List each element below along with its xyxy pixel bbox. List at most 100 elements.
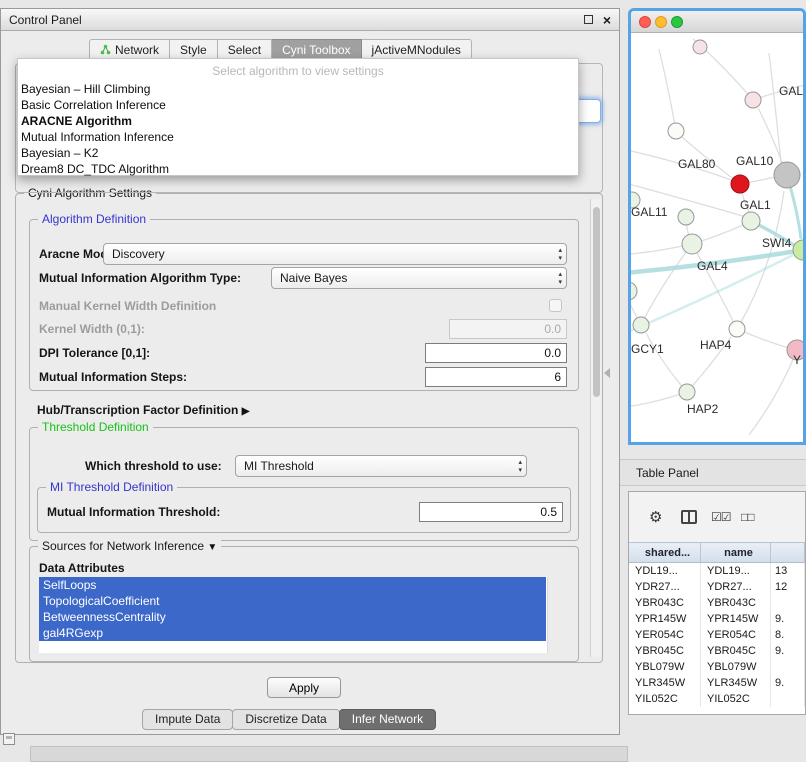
algorithm-option-selected[interactable]: ARACNE Algorithm [18,113,578,129]
zoom-traffic-light[interactable] [671,16,683,28]
attributes-scrollbar[interactable] [547,577,557,653]
table-row[interactable]: YPR145WYPR145W9. [629,611,805,627]
node-gal10[interactable] [731,175,749,193]
tab-network[interactable]: Network [89,39,170,60]
table-row[interactable]: YDL19...YDL19...13 [629,563,805,579]
cell: YPR145W [701,611,771,627]
sources-legend[interactable]: Sources for Network Inference ▼ [38,539,221,553]
data-attributes-list: SelfLoops TopologicalCoefficient Between… [39,577,557,653]
table-row[interactable]: YBL079WYBL079W [629,659,805,675]
tab-label: Select [228,43,261,57]
column-header-name[interactable]: name [701,543,771,562]
node-hub-gray[interactable] [774,162,800,188]
node-gal80[interactable] [668,123,684,139]
node-hap2[interactable] [679,384,695,400]
table-row[interactable]: YIL052CYIL052C [629,691,805,707]
attribute-item-selected[interactable]: gal4RGexp [39,625,546,641]
cell: YBL079W [701,659,771,675]
hub-definition-expander[interactable]: Hub/Transcription Factor Definition ▶ [37,399,249,421]
network-icon [100,44,111,55]
apply-button[interactable]: Apply [267,677,341,698]
network-canvas[interactable]: GAL80 GAL10 GAL11 GAL1 SWI4 GAL4 GCY1 HA… [631,33,803,442]
hub-definition-label: Hub/Transcription Factor Definition [37,403,238,417]
control-panel-titlebar: Control Panel × [1,9,619,31]
close-icon[interactable]: × [603,15,611,25]
algorithm-option[interactable]: Bayesian – K2 [18,145,578,161]
tab-discretize-data[interactable]: Discretize Data [232,709,339,730]
threshold-definition-legend: Threshold Definition [38,420,153,434]
table-row[interactable]: YDR27...YDR27...12 [629,579,805,595]
cell: YBR043C [629,595,701,611]
cell: YBR045C [629,643,701,659]
cell: YBR045C [701,643,771,659]
dpi-tolerance-field[interactable] [425,343,567,363]
tab-style[interactable]: Style [170,39,218,60]
network-view-window: GAL80 GAL10 GAL11 GAL1 SWI4 GAL4 GCY1 HA… [628,8,806,445]
attribute-item-selected[interactable]: BetweennessCentrality [39,609,546,625]
table-row[interactable]: YBR043CYBR043C [629,595,805,611]
cell: 9. [771,643,805,659]
deselect-all-checkboxes-icon[interactable]: □□ [741,510,754,524]
cell: YLR345W [629,675,701,691]
which-threshold-label: Which threshold to use: [85,455,222,477]
node-gal4[interactable] [682,234,702,254]
which-threshold-value: MI Threshold [244,459,314,473]
table-row[interactable]: YLR345WYLR345W9. [629,675,805,691]
columns-icon[interactable] [681,510,697,524]
settings-scrollbar-thumb[interactable] [593,207,600,397]
close-traffic-light[interactable] [639,16,651,28]
mi-threshold-label: Mutual Information Threshold: [47,501,220,523]
minimize-traffic-light[interactable] [655,16,667,28]
cell: YER054C [629,627,701,643]
combo-arrows-icon: ▴▾ [558,271,562,287]
bottom-bar [30,746,628,762]
node-hap4[interactable] [729,321,745,337]
cell: YIL052C [701,691,771,707]
attribute-item-selected[interactable]: SelfLoops [39,577,546,593]
node-gal1[interactable] [742,212,760,230]
gear-icon[interactable]: ⚙ [649,508,662,526]
which-threshold-combo[interactable]: MI Threshold ▴▾ [235,455,527,477]
node-gal7[interactable] [745,92,761,108]
table-row[interactable]: YER054CYER054C8. [629,627,805,643]
attribute-item-selected[interactable]: TopologicalCoefficient [39,593,546,609]
kernel-width-label: Kernel Width (0,1): [39,318,145,340]
node-label: HAP2 [687,402,719,416]
mi-steps-label: Mutual Information Steps: [39,366,187,388]
float-window-icon[interactable] [584,15,593,24]
node-label: GAL1 [740,198,771,212]
tab-cyni-toolbox[interactable]: Cyni Toolbox [272,39,361,60]
tab-jactivemnodules[interactable]: jActiveMNodules [362,39,472,60]
splitter-collapse-handle[interactable] [604,368,610,378]
node-gcy1[interactable] [633,317,649,333]
tab-select[interactable]: Select [218,39,272,60]
mi-type-combo[interactable]: Naive Bayes ▴▾ [271,267,567,289]
table-row[interactable]: YBR045CYBR045C9. [629,643,805,659]
node[interactable] [693,40,707,54]
node[interactable] [631,282,637,300]
mi-steps-field[interactable] [425,367,567,387]
tab-label: Style [180,43,207,57]
select-all-checkboxes-icon[interactable]: ☑☑ [711,510,731,524]
aracne-mode-combo[interactable]: Discovery ▴▾ [103,243,567,265]
aracne-mode-value: Discovery [112,247,165,261]
node-swi4[interactable] [793,240,803,260]
panel-dock-icon[interactable] [3,733,15,745]
mi-type-label: Mutual Information Algorithm Type: [39,267,241,289]
algorithm-option[interactable]: Dream8 DC_TDC Algorithm [18,161,578,177]
tab-infer-network[interactable]: Infer Network [339,709,436,730]
algorithm-option[interactable]: Mutual Information Inference [18,129,578,145]
algorithm-option[interactable]: Basic Correlation Inference [18,97,578,113]
cell: YPR145W [629,611,701,627]
node[interactable] [678,209,694,225]
settings-scrollbar[interactable] [590,199,601,657]
column-header-extra[interactable] [771,543,805,562]
dpi-tolerance-label: DPI Tolerance [0,1]: [39,342,150,364]
column-header-shared[interactable]: shared... [629,543,701,562]
tab-impute-data[interactable]: Impute Data [142,709,233,730]
algorithm-option[interactable]: Bayesian – Hill Climbing [18,81,578,97]
network-window-titlebar[interactable] [631,11,803,33]
mi-threshold-field[interactable] [419,502,563,522]
node-label: GAL7 [779,84,803,98]
table-body: YDL19...YDL19...13 YDR27...YDR27...12 YB… [629,563,805,715]
